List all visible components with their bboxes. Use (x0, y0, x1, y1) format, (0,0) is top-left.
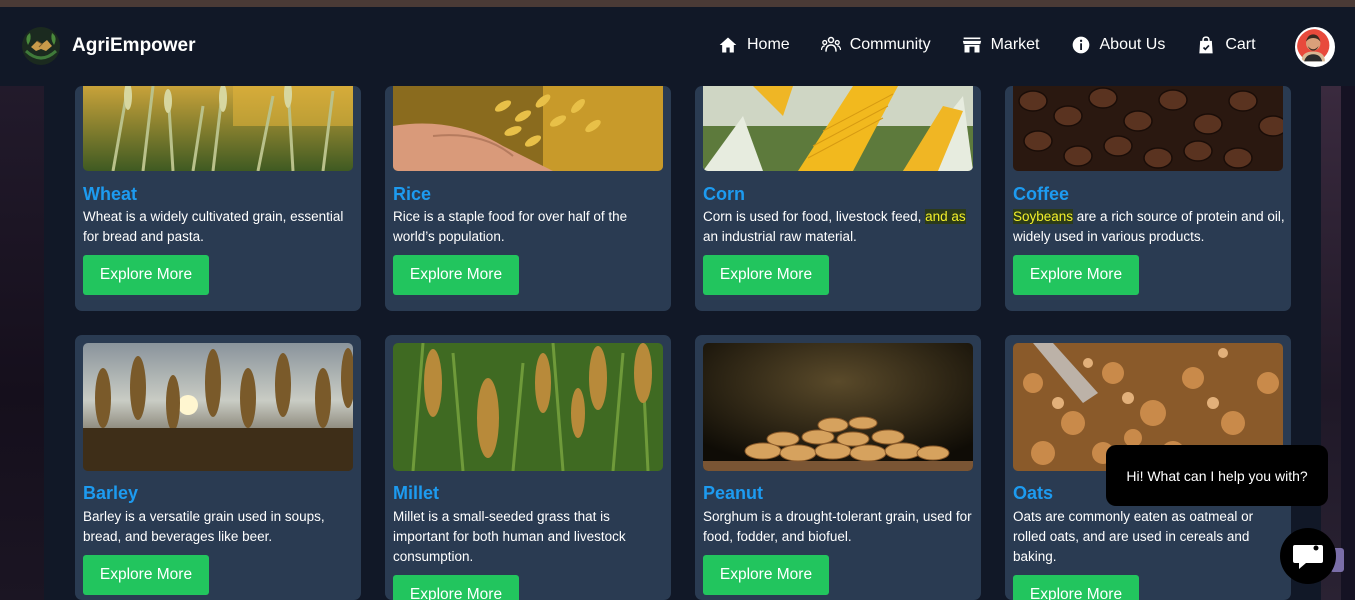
coffee-image (1013, 86, 1283, 171)
card-description: Rice is a staple food for over half of t… (393, 209, 628, 244)
card-description-text: an industrial raw material. (703, 229, 857, 244)
window-top-strip (0, 0, 1355, 7)
people-icon (820, 36, 841, 52)
card-title: Millet (393, 483, 440, 503)
highlighted-text: and as (925, 209, 966, 224)
card-description: Soybeans are a rich source of protein an… (1013, 207, 1285, 247)
explore-more-button[interactable]: Explore More (703, 555, 829, 595)
nav-about[interactable]: About Us (1071, 35, 1166, 55)
card-description: Wheat is a widely cultivated grain, esse… (83, 209, 344, 244)
card-title: Coffee (1013, 184, 1070, 204)
navbar: AgriEmpower Home Community Market About … (0, 7, 1355, 86)
brand[interactable]: AgriEmpower (20, 25, 196, 67)
peanut-image (703, 343, 973, 471)
chat-open-button[interactable] (1280, 528, 1336, 584)
nav-community[interactable]: Community (820, 35, 931, 55)
card-title: Peanut (703, 483, 764, 503)
crop-card-rice: Rice Rice is a staple food for over half… (385, 86, 671, 311)
nav-home[interactable]: Home (718, 35, 790, 55)
crop-card-peanut: Peanut Sorghum is a drought-tolerant gra… (695, 335, 981, 600)
page-background-left (0, 86, 44, 600)
card-title: Barley (83, 483, 139, 503)
card-title: Wheat (83, 184, 137, 204)
nav-links: Home Community Market About Us Cart (718, 35, 1287, 55)
card-description: Millet is a small-seeded grass that is i… (393, 509, 626, 564)
crop-card-corn: Corn Corn is used for food, livestock fe… (695, 86, 981, 311)
explore-more-button[interactable]: Explore More (393, 255, 519, 295)
brand-name: AgriEmpower (72, 35, 196, 56)
scrollbar-track[interactable] (1341, 86, 1355, 600)
card-title: Oats (1013, 483, 1054, 503)
highlighted-text: Soybeans (1013, 209, 1074, 224)
rice-image (393, 86, 663, 171)
crop-card-millet: Millet Millet is a small-seeded grass th… (385, 335, 671, 600)
handshake-leaf-icon (22, 27, 60, 65)
chat-icon (1293, 545, 1323, 569)
explore-more-button[interactable]: Explore More (1013, 575, 1139, 600)
card-title: Rice (393, 184, 432, 204)
card-description: Oats are commonly eaten as oatmeal or ro… (1013, 509, 1254, 564)
barley-image (83, 343, 353, 471)
explore-more-button[interactable]: Explore More (393, 575, 519, 600)
nav-community-label: Community (849, 36, 931, 53)
nav-home-label: Home (747, 36, 790, 53)
explore-more-button[interactable]: Explore More (1013, 255, 1139, 295)
card-description: Barley is a versatile grain used in soup… (83, 509, 325, 544)
nav-market[interactable]: Market (962, 35, 1040, 55)
card-description: Corn is used for food, livestock feed, a… (703, 207, 975, 247)
explore-more-button[interactable]: Explore More (83, 555, 209, 595)
crop-card-barley: Barley Barley is a versatile grain used … (75, 335, 361, 600)
chat-greeting-bubble[interactable]: Hi! What can I help you with? (1106, 445, 1328, 506)
crop-card-coffee: Coffee Soybeans are a rich source of pro… (1005, 86, 1291, 311)
crop-card-wheat: Wheat Wheat is a widely cultivated grain… (75, 86, 361, 311)
info-icon (1072, 36, 1089, 54)
shopping-bag-icon (1199, 36, 1213, 54)
store-icon (962, 37, 981, 53)
card-title: Corn (703, 184, 745, 204)
avatar[interactable] (1295, 27, 1335, 67)
corn-image (703, 86, 973, 171)
card-description: Sorghum is a drought-tolerant grain, use… (703, 509, 972, 544)
nav-about-label: About Us (1099, 36, 1166, 53)
explore-more-button[interactable]: Explore More (83, 255, 209, 295)
wheat-image (83, 86, 353, 171)
nav-cart[interactable]: Cart (1196, 35, 1256, 55)
millet-image (393, 343, 663, 471)
nav-market-label: Market (990, 36, 1040, 53)
home-icon (719, 37, 737, 53)
nav-cart-label: Cart (1225, 36, 1256, 53)
card-description-text: Corn is used for food, livestock feed, (703, 209, 926, 224)
avatar-image (1297, 29, 1330, 62)
explore-more-button[interactable]: Explore More (703, 255, 829, 295)
